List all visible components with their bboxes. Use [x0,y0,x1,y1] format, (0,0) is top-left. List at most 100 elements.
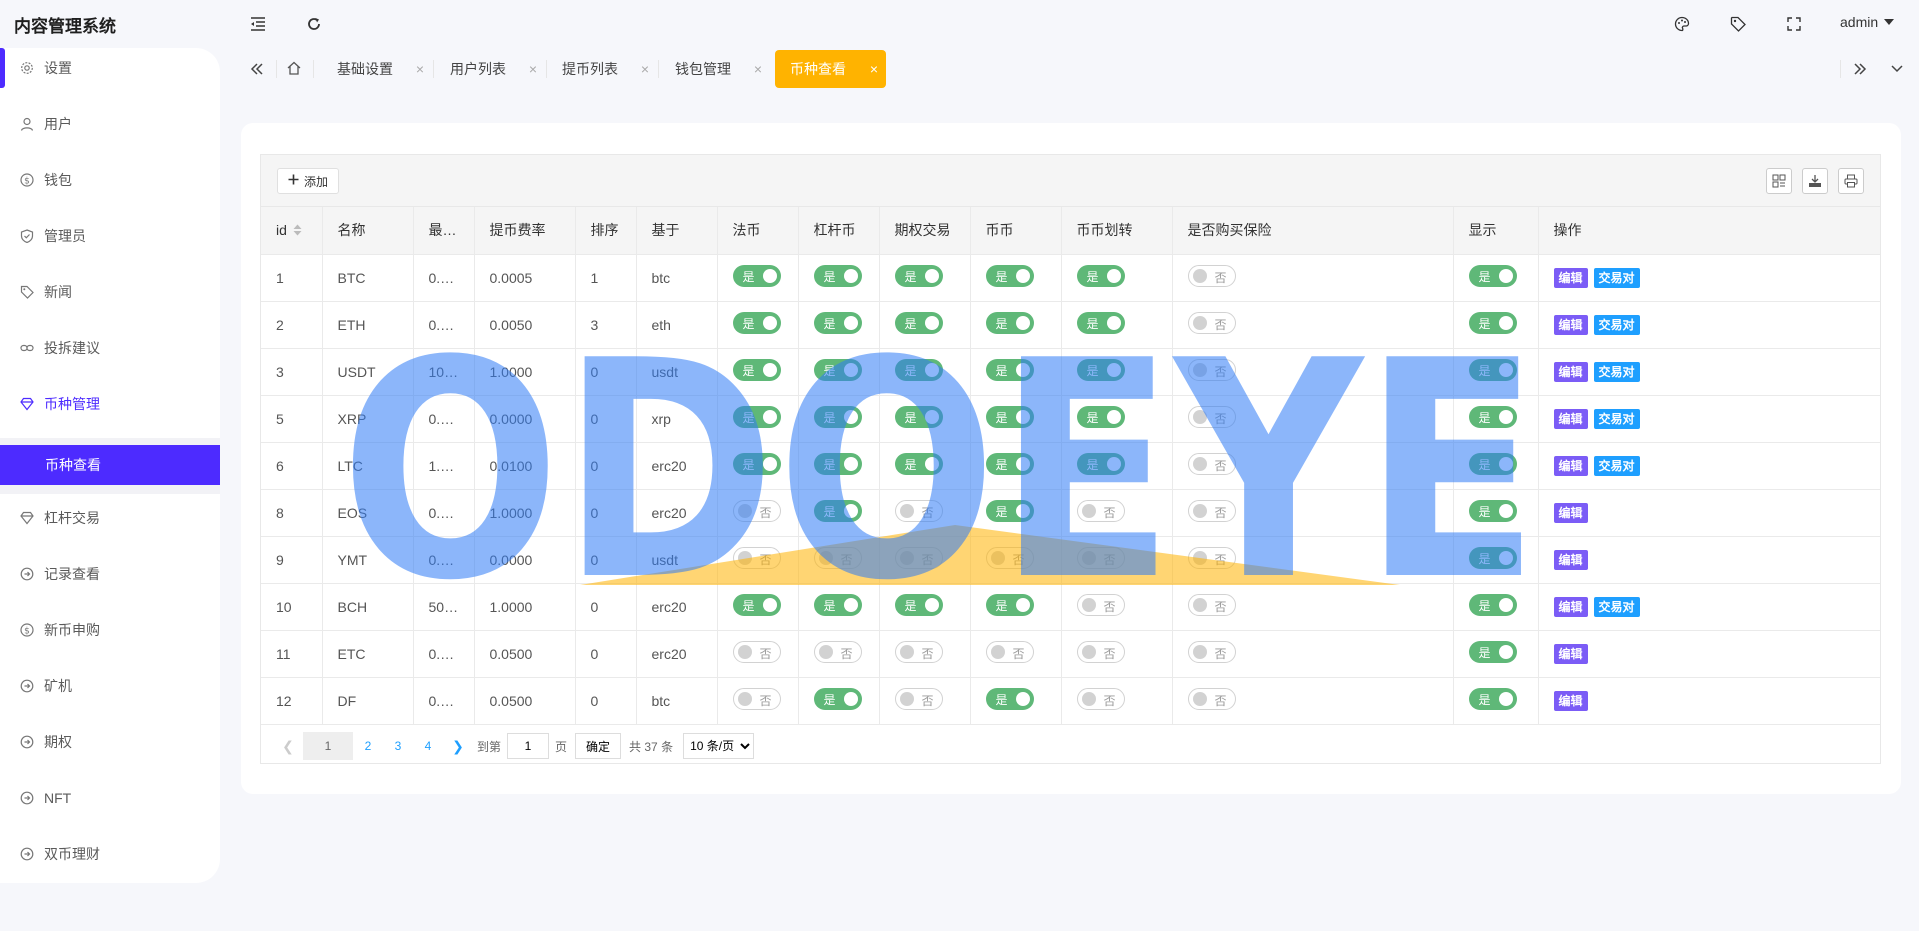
transfer-toggle[interactable]: 是 [1076,312,1125,334]
page-link[interactable]: 3 [383,732,413,760]
options-toggle[interactable]: 是 [894,453,943,475]
edit-button[interactable]: 编辑 [1553,455,1588,476]
coin-toggle[interactable]: 是 [985,312,1034,334]
edit-button[interactable]: 编辑 [1553,408,1588,429]
transfer-toggle[interactable]: 是 [1076,406,1125,428]
trading-pair-button[interactable]: 交易对 [1593,596,1640,617]
close-icon[interactable]: × [529,61,537,77]
close-icon[interactable]: × [754,61,762,77]
coin-toggle[interactable]: 否 [985,641,1034,663]
trading-pair-button[interactable]: 交易对 [1593,314,1640,335]
leverage-toggle[interactable]: 是 [813,312,862,334]
sidebar-item-leverage[interactable]: 杠杆交易 [0,490,220,546]
show-toggle[interactable]: 是 [1468,406,1517,428]
refresh-icon[interactable] [302,12,326,36]
sidebar-item-nft[interactable]: NFT [0,770,220,826]
coin-toggle[interactable]: 是 [985,594,1034,616]
tab-home[interactable] [276,48,312,90]
show-toggle[interactable]: 是 [1468,312,1517,334]
leverage-toggle[interactable]: 是 [813,688,862,710]
leverage-toggle[interactable]: 否 [813,547,862,569]
transfer-toggle[interactable]: 否 [1076,500,1125,522]
options-toggle[interactable]: 是 [894,406,943,428]
transfer-toggle[interactable]: 否 [1076,547,1125,569]
edit-button[interactable]: 编辑 [1553,690,1588,711]
tab-wallet-management[interactable]: 钱包管理 × [660,50,770,88]
insurance-toggle[interactable]: 否 [1187,406,1236,428]
leverage-toggle[interactable]: 否 [813,641,862,663]
coin-toggle[interactable]: 是 [985,359,1034,381]
insurance-toggle[interactable]: 否 [1187,265,1236,287]
insurance-toggle[interactable]: 否 [1187,359,1236,381]
transfer-toggle[interactable]: 否 [1076,594,1125,616]
options-toggle[interactable]: 否 [894,688,943,710]
close-icon[interactable]: × [641,61,649,77]
sidebar-subitem-currency-view[interactable]: 币种查看 [0,445,220,485]
sidebar-item-options[interactable]: 期权 [0,714,220,770]
user-menu[interactable]: admin [1840,14,1895,30]
columns-filter-icon[interactable] [1766,168,1792,194]
transfer-toggle[interactable]: 是 [1076,265,1125,287]
leverage-toggle[interactable]: 是 [813,500,862,522]
edit-button[interactable]: 编辑 [1553,502,1588,523]
trading-pair-button[interactable]: 交易对 [1593,361,1640,382]
transfer-toggle[interactable]: 否 [1076,688,1125,710]
coin-toggle[interactable]: 是 [985,500,1034,522]
edit-button[interactable]: 编辑 [1553,267,1588,288]
options-toggle[interactable]: 是 [894,594,943,616]
edit-button[interactable]: 编辑 [1553,314,1588,335]
leverage-toggle[interactable]: 是 [813,359,862,381]
export-icon[interactable] [1802,168,1828,194]
tag-icon[interactable] [1726,12,1750,36]
sidebar-item-users[interactable]: 用户 [0,96,220,152]
tab-menu-chevron-down-icon[interactable] [1880,48,1914,90]
coin-toggle[interactable]: 是 [985,265,1034,287]
tab-withdraw-list[interactable]: 提币列表 × [547,50,657,88]
page-size-select[interactable]: 10 条/页 [683,733,755,759]
sidebar-item-dual-currency[interactable]: 双币理财 [0,826,220,882]
page-link[interactable]: 2 [353,732,383,760]
fiat-toggle[interactable]: 是 [732,312,781,334]
options-toggle[interactable]: 是 [894,312,943,334]
options-toggle[interactable]: 是 [894,265,943,287]
tab-basic-settings[interactable]: 基础设置 × [322,50,432,88]
coin-toggle[interactable]: 是 [985,453,1034,475]
sidebar-item-settings[interactable]: 设置 [0,40,220,96]
tab-scroll-left-icon[interactable] [240,48,274,90]
sidebar-item-suggestions[interactable]: 投拆建议 [0,320,220,376]
palette-icon[interactable] [1670,12,1694,36]
coin-toggle[interactable]: 是 [985,688,1034,710]
fiat-toggle[interactable]: 是 [732,453,781,475]
page-link[interactable]: 4 [413,732,443,760]
edit-button[interactable]: 编辑 [1553,361,1588,382]
leverage-toggle[interactable]: 是 [813,594,862,616]
sidebar-item-currency-management[interactable]: 币种管理 [0,376,220,432]
insurance-toggle[interactable]: 否 [1187,641,1236,663]
coin-toggle[interactable]: 是 [985,406,1034,428]
edit-button[interactable]: 编辑 [1553,549,1588,570]
show-toggle[interactable]: 是 [1468,547,1517,569]
insurance-toggle[interactable]: 否 [1187,312,1236,334]
transfer-toggle[interactable]: 否 [1076,641,1125,663]
sidebar-item-records[interactable]: 记录查看 [0,546,220,602]
show-toggle[interactable]: 是 [1468,594,1517,616]
page-current[interactable]: 1 [303,732,353,760]
insurance-toggle[interactable]: 否 [1187,547,1236,569]
options-toggle[interactable]: 否 [894,547,943,569]
options-toggle[interactable]: 否 [894,500,943,522]
tab-user-list[interactable]: 用户列表 × [435,50,545,88]
tab-scroll-right-icon[interactable] [1843,48,1877,90]
fiat-toggle[interactable]: 否 [732,688,781,710]
options-toggle[interactable]: 是 [894,359,943,381]
close-icon[interactable]: × [870,61,878,77]
leverage-toggle[interactable]: 是 [813,265,862,287]
close-icon[interactable]: × [416,61,424,77]
insurance-toggle[interactable]: 否 [1187,500,1236,522]
tab-currency-view[interactable]: 币种查看 × [775,50,886,88]
leverage-toggle[interactable]: 是 [813,406,862,428]
show-toggle[interactable]: 是 [1468,453,1517,475]
leverage-toggle[interactable]: 是 [813,453,862,475]
sidebar-item-admins[interactable]: 管理员 [0,208,220,264]
show-toggle[interactable]: 是 [1468,359,1517,381]
sidebar-item-news[interactable]: 新闻 [0,264,220,320]
